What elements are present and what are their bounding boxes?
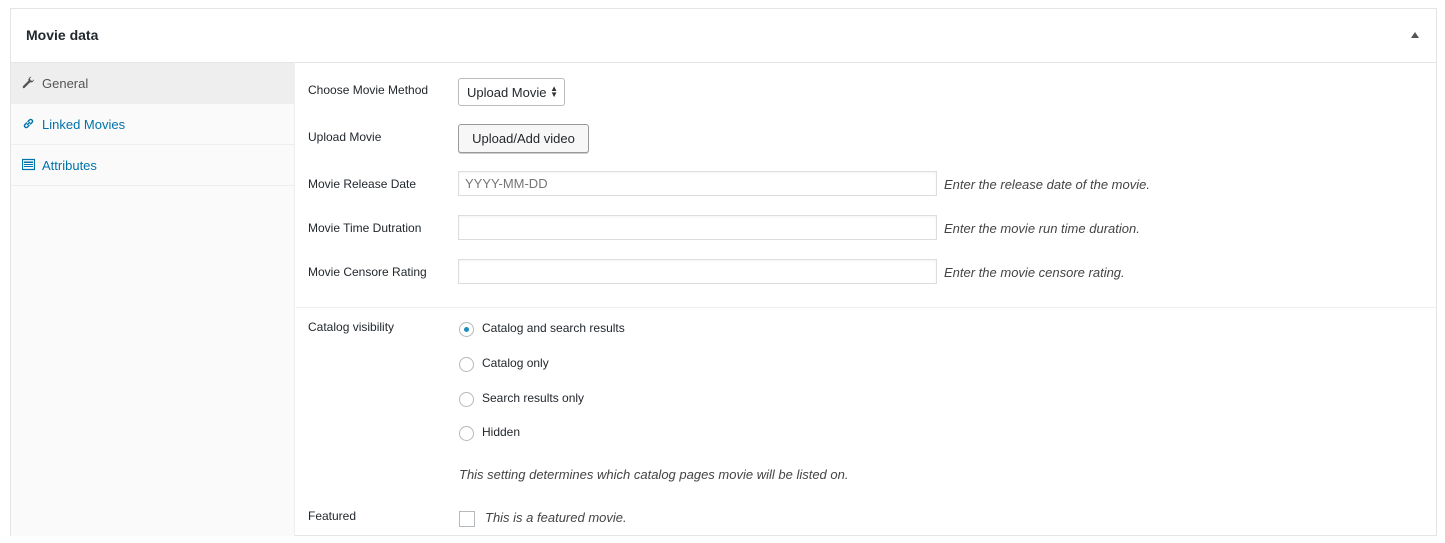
tab-attributes-label: Attributes	[42, 158, 97, 173]
censor-rating-description: Enter the movie censore rating.	[944, 265, 1125, 280]
upload-video-button[interactable]: Upload/Add video	[458, 124, 589, 153]
radio-catalog-and-search-label[interactable]: Catalog and search results	[482, 321, 625, 335]
catalog-visibility-label: Catalog visibility	[308, 320, 395, 334]
radio-hidden[interactable]	[459, 426, 474, 441]
tab-linked-movies-label: Linked Movies	[42, 117, 126, 132]
collapse-arrow-icon[interactable]	[1411, 32, 1419, 38]
upload-movie-label: Upload Movie	[308, 130, 382, 144]
radio-catalog-only-label[interactable]: Catalog only	[482, 356, 549, 370]
release-date-label: Movie Release Date	[308, 177, 417, 191]
duration-label: Movie Time Dutration	[308, 221, 422, 235]
tab-linked-movies[interactable]: Linked Movies	[11, 104, 294, 145]
link-icon	[22, 117, 35, 130]
tab-general[interactable]: General	[11, 63, 294, 104]
censor-rating-input[interactable]	[458, 259, 937, 284]
radio-catalog-only[interactable]	[459, 357, 474, 372]
panel-header: Movie data	[11, 9, 1436, 63]
movie-method-value: Upload Movie	[467, 85, 547, 100]
duration-input[interactable]	[458, 215, 937, 240]
radio-search-only[interactable]	[459, 392, 474, 407]
duration-description: Enter the movie run time duration.	[944, 221, 1140, 236]
radio-hidden-label[interactable]: Hidden	[482, 425, 520, 439]
visibility-note: This setting determines which catalog pa…	[459, 467, 849, 482]
tabs-sidebar: General Linked Movies Attributes	[11, 63, 295, 536]
featured-label: Featured	[308, 509, 357, 523]
select-arrows-icon: ▲ ▼	[550, 84, 558, 99]
featured-checkbox[interactable]	[459, 511, 475, 527]
censor-rating-label: Movie Censore Rating	[308, 265, 427, 279]
tab-general-label: General	[42, 76, 89, 91]
release-date-description: Enter the release date of the movie.	[944, 177, 1150, 192]
section-divider	[296, 307, 1436, 308]
radio-catalog-and-search[interactable]	[459, 322, 474, 337]
wrench-icon	[22, 76, 35, 89]
movie-method-label: Choose Movie Method	[308, 83, 429, 97]
panel-title: Movie data	[26, 27, 99, 43]
general-panel: Choose Movie Method Upload Movie ▲ ▼ Uplo…	[296, 63, 1436, 535]
featured-checkbox-label[interactable]: This is a featured movie.	[485, 510, 627, 525]
list-icon	[21, 158, 36, 171]
movie-data-panel: Movie data General Linked Movies Attribu…	[10, 8, 1437, 536]
radio-search-only-label[interactable]: Search results only	[482, 391, 584, 405]
tab-attributes[interactable]: Attributes	[11, 145, 294, 186]
release-date-input[interactable]	[458, 171, 937, 196]
movie-method-select[interactable]: Upload Movie ▲ ▼	[458, 78, 565, 106]
